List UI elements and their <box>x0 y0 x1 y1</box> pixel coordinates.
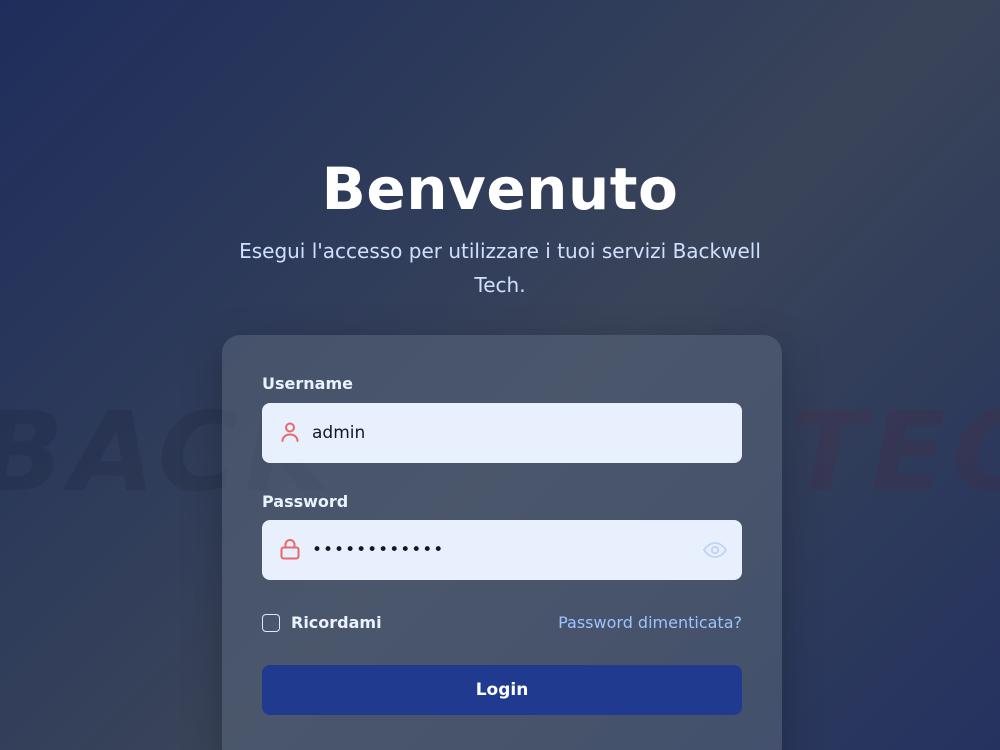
welcome-header: Benvenuto Esegui l'accesso per utilizzar… <box>0 150 1000 302</box>
forgot-password-link[interactable]: Password dimenticata? <box>558 613 742 632</box>
eye-icon[interactable] <box>702 538 728 562</box>
username-field[interactable] <box>262 403 742 463</box>
password-label: Password <box>262 492 349 511</box>
lock-icon <box>278 537 302 561</box>
remember-me-toggle[interactable]: Ricordami <box>262 613 382 632</box>
login-card: Username Password Ricordami Pa <box>222 335 782 750</box>
username-input[interactable] <box>312 403 692 463</box>
remember-me-label: Ricordami <box>291 613 382 632</box>
page-subtitle: Esegui l'accesso per utilizzare i tuoi s… <box>239 239 761 297</box>
login-button[interactable]: Login <box>262 665 742 715</box>
page-title: Benvenuto <box>321 155 679 223</box>
remember-me-checkbox[interactable] <box>262 613 280 632</box>
password-field[interactable] <box>262 520 742 580</box>
user-icon <box>278 420 302 444</box>
password-input[interactable] <box>312 520 692 580</box>
username-label: Username <box>262 374 353 393</box>
watermark-text-right: TEC <box>790 398 1000 508</box>
